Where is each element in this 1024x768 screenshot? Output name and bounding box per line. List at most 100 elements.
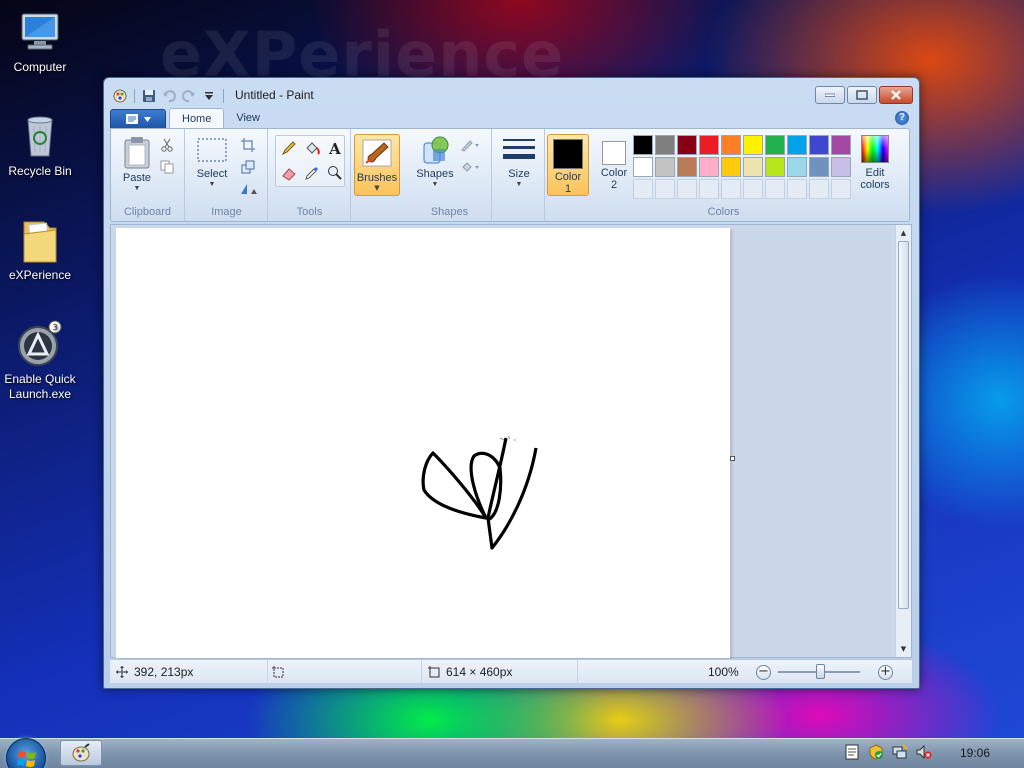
copy-icon[interactable] [157, 157, 177, 177]
magnifier-icon[interactable] [325, 163, 345, 183]
palette-swatch-empty[interactable] [765, 179, 785, 199]
color2-number: 2 [610, 179, 618, 191]
fill-bucket-icon[interactable] [302, 138, 322, 158]
redo-icon[interactable] [181, 88, 197, 104]
taskbar-paint-button[interactable] [60, 740, 102, 766]
tab-view[interactable]: View [224, 108, 272, 129]
zoom-slider-thumb[interactable] [816, 664, 825, 679]
scrollbar-thumb[interactable] [898, 241, 909, 609]
palette-swatch[interactable] [699, 135, 719, 155]
group-tools: A Tools [269, 129, 351, 221]
canvas-workspace: ▲ ▼ [110, 224, 912, 658]
desktop-icon-recycle-bin[interactable]: Recycle Bin [0, 112, 80, 179]
color1-button[interactable]: Color 1 [547, 134, 589, 196]
shapes-button[interactable]: Shapes ▼ [412, 135, 458, 189]
security-icon[interactable] [868, 744, 884, 760]
drawing-canvas[interactable] [116, 228, 735, 658]
scroll-down-icon[interactable]: ▼ [896, 641, 911, 657]
scroll-up-icon[interactable]: ▲ [896, 225, 911, 241]
minimize-button[interactable] [815, 86, 845, 104]
fill-icon[interactable] [460, 157, 480, 177]
palette-swatch[interactable] [787, 157, 807, 177]
customize-qat-icon[interactable] [201, 88, 217, 104]
color1-label: Color [554, 171, 582, 183]
outline-icon[interactable] [460, 135, 480, 155]
rotate-icon[interactable] [238, 179, 258, 199]
palette-swatch-empty[interactable] [721, 179, 741, 199]
palette-swatch[interactable] [721, 135, 741, 155]
pencil-icon[interactable] [279, 138, 299, 158]
close-button[interactable] [879, 86, 913, 104]
group-size: Size ▼ [493, 129, 545, 221]
edit-colors-button[interactable]: Edit colors [855, 135, 895, 191]
edit-colors-label-2: colors [860, 179, 890, 191]
text-tool-icon[interactable]: A [325, 138, 345, 158]
network-icon[interactable] [892, 744, 908, 760]
palette-swatch-empty[interactable] [831, 179, 851, 199]
eraser-icon[interactable] [279, 163, 299, 183]
canvas-resize-handle[interactable] [730, 456, 735, 461]
color2-label: Color [600, 167, 628, 179]
palette-swatch[interactable] [787, 135, 807, 155]
palette-swatch[interactable] [677, 135, 697, 155]
palette-swatch[interactable] [699, 157, 719, 177]
color2-button[interactable]: Color 2 [593, 134, 635, 196]
canvas-size-text: 614 × 460px [446, 665, 513, 679]
save-icon[interactable] [141, 88, 157, 104]
palette-swatch-empty[interactable] [699, 179, 719, 199]
palette-swatch-empty[interactable] [655, 179, 675, 199]
palette-swatch-empty[interactable] [743, 179, 763, 199]
palette-swatch[interactable] [831, 157, 851, 177]
vertical-scrollbar[interactable]: ▲ ▼ [895, 225, 911, 657]
palette-swatch[interactable] [655, 157, 675, 177]
action-center-icon[interactable] [844, 744, 860, 760]
palette-swatch[interactable] [831, 135, 851, 155]
taskbar-clock[interactable]: 19:06 [944, 746, 1006, 760]
palette-swatch[interactable] [809, 157, 829, 177]
app-menu-button[interactable] [110, 109, 166, 129]
start-button[interactable] [6, 738, 46, 768]
palette-swatch[interactable] [743, 157, 763, 177]
palette-swatch[interactable] [809, 135, 829, 155]
select-button[interactable]: Select ▼ [192, 135, 232, 189]
group-label-clipboard: Clipboard [123, 206, 172, 218]
undo-icon[interactable] [161, 88, 177, 104]
zoom-out-button[interactable]: − [756, 665, 771, 680]
computer-icon [16, 8, 64, 56]
select-label: Select [196, 168, 228, 180]
palette-swatch[interactable] [765, 157, 785, 177]
volume-muted-icon[interactable] [916, 744, 932, 760]
tab-home[interactable]: Home [169, 108, 225, 129]
zoom-in-button[interactable]: + [878, 665, 893, 680]
size-button[interactable]: Size ▼ [499, 135, 539, 189]
cut-icon[interactable] [157, 135, 177, 155]
paste-button[interactable]: Paste ▼ [117, 135, 157, 193]
paste-icon [124, 137, 150, 169]
palette-swatch[interactable] [765, 135, 785, 155]
desktop-icon-experience[interactable]: eXPerience [0, 216, 80, 283]
palette-swatch[interactable] [633, 157, 653, 177]
maximize-button[interactable] [847, 86, 877, 104]
palette-swatch-empty[interactable] [633, 179, 653, 199]
help-button[interactable]: ? [895, 111, 909, 125]
title-bar[interactable]: Untitled - Paint [104, 78, 919, 108]
shapes-label: Shapes [416, 168, 454, 180]
palette-swatch[interactable] [721, 157, 741, 177]
palette-swatch[interactable] [633, 135, 653, 155]
color-palette [633, 135, 851, 199]
palette-swatch-empty[interactable] [677, 179, 697, 199]
palette-swatch-empty[interactable] [787, 179, 807, 199]
palette-swatch[interactable] [677, 157, 697, 177]
palette-swatch-empty[interactable] [809, 179, 829, 199]
resize-icon[interactable] [238, 157, 258, 177]
status-bar: 392, 213px 614 × 460px 100% − + [110, 659, 912, 684]
app-menu-icon [126, 114, 138, 124]
palette-swatch[interactable] [655, 135, 675, 155]
desktop-icon-enable-quick-launch[interactable]: 3 Enable Quick Launch.exe [0, 320, 80, 402]
color-picker-icon[interactable] [302, 163, 322, 183]
paint-app-icon[interactable] [112, 88, 128, 104]
palette-swatch[interactable] [743, 135, 763, 155]
desktop-icon-computer[interactable]: Computer [0, 8, 80, 75]
folder-icon [16, 216, 64, 264]
crop-icon[interactable] [238, 135, 258, 155]
